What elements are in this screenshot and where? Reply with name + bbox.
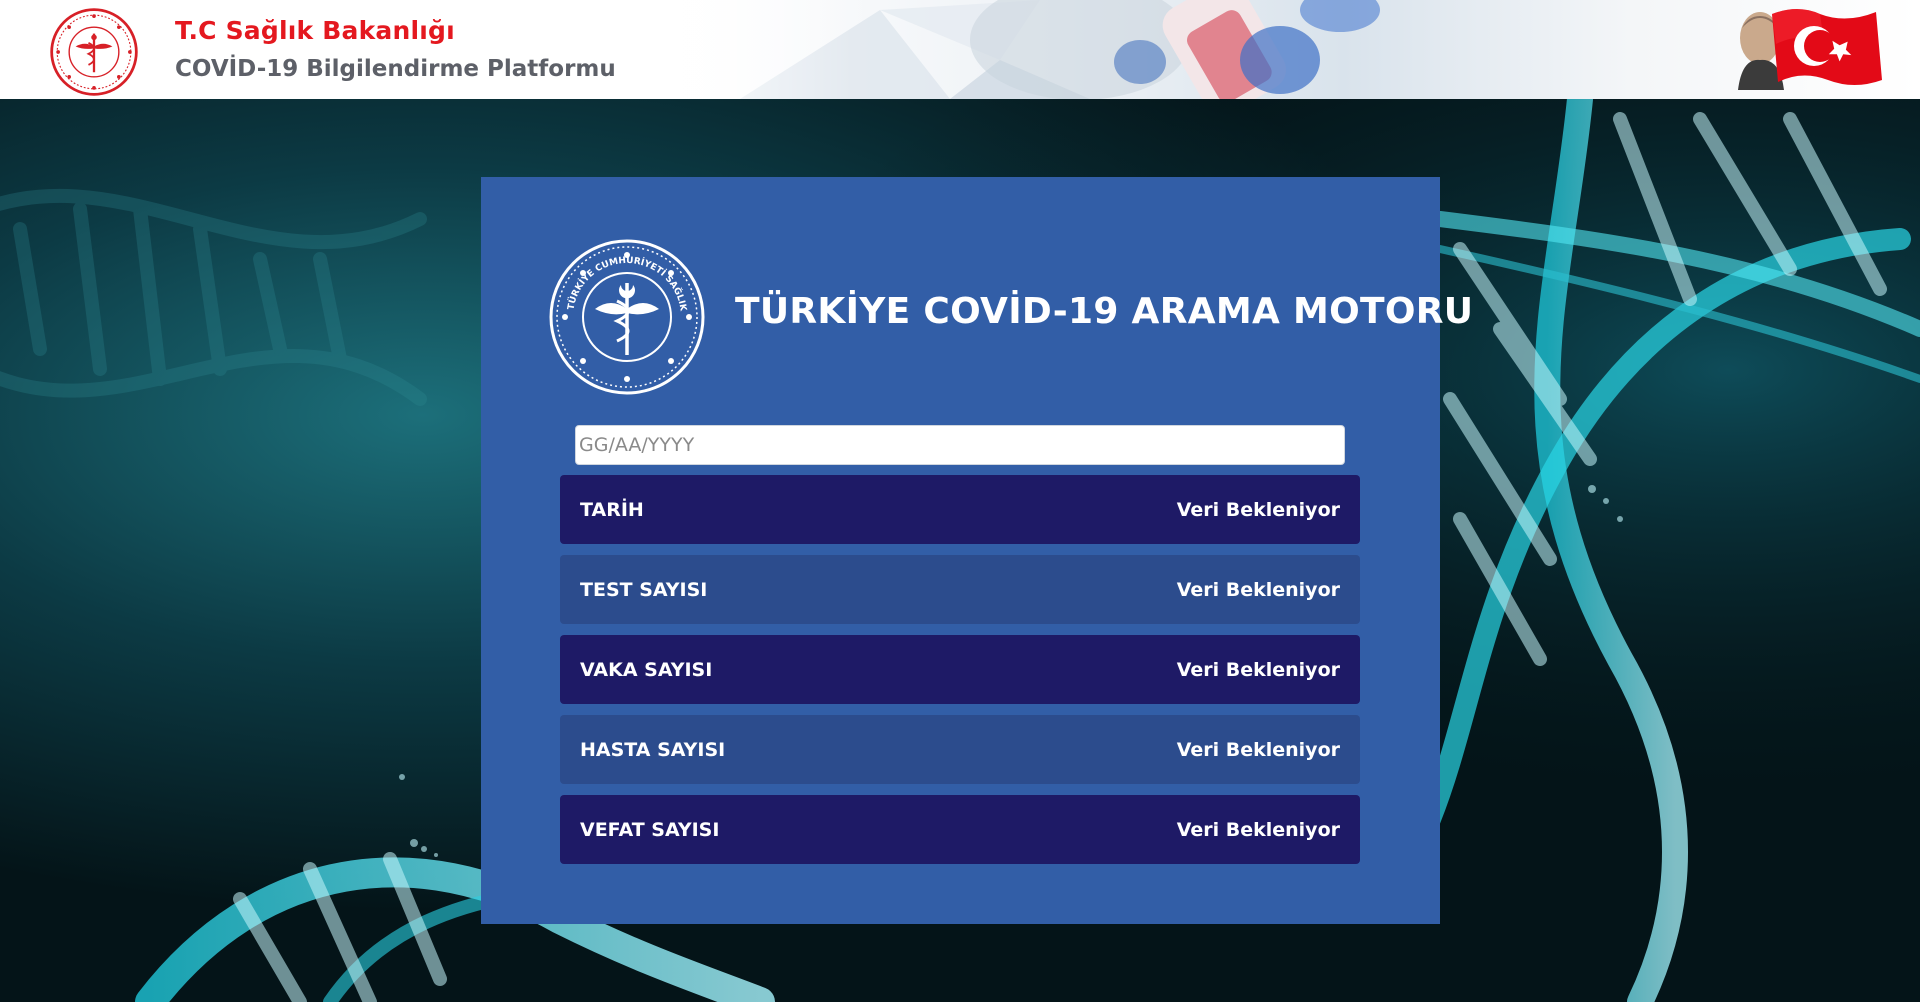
stat-row-death-count: VEFAT SAYISI Veri Bekleniyor [560, 795, 1360, 864]
stat-value: Veri Bekleniyor [1176, 658, 1340, 681]
stat-row-patient-count: HASTA SAYISI Veri Bekleniyor [560, 715, 1360, 784]
stat-label: TARİH [580, 498, 644, 521]
stat-label: TEST SAYISI [580, 578, 708, 601]
stat-value: Veri Bekleniyor [1176, 578, 1340, 601]
stat-value: Veri Bekleniyor [1176, 738, 1340, 761]
search-engine-card: TÜRKİYE CUMHURİYETİ SAĞLIK BAKANLIĞI TÜR… [481, 177, 1473, 924]
ministry-logo-icon[interactable] [48, 6, 140, 98]
stat-row-test-count: TEST SAYISI Veri Bekleniyor [560, 555, 1360, 624]
stat-row-case-count: VAKA SAYISI Veri Bekleniyor [560, 635, 1360, 704]
stat-value: Veri Bekleniyor [1176, 498, 1340, 521]
site-header: T.C Sağlık Bakanlığı COVİD-19 Bilgilendi… [0, 0, 1920, 99]
stat-label: VEFAT SAYISI [580, 818, 720, 841]
date-search-input[interactable] [575, 425, 1345, 465]
stat-value: Veri Bekleniyor [1176, 818, 1340, 841]
platform-subtitle[interactable]: COVİD-19 Bilgilendirme Platformu [175, 56, 616, 82]
stat-label: HASTA SAYISI [580, 738, 726, 761]
stat-row-date: TARİH Veri Bekleniyor [560, 475, 1360, 544]
stat-label: VAKA SAYISI [580, 658, 713, 681]
svg-text:TÜRKİYE CUMHURİYETİ SAĞLIK BAK: TÜRKİYE CUMHURİYETİ SAĞLIK BAKANLIĞI [547, 237, 688, 315]
page-title: TÜRKİYE COVİD-19 ARAMA MOTORU [735, 291, 1474, 332]
stats-list: TARİH Veri Bekleniyor TEST SAYISI Veri B… [560, 475, 1360, 875]
header-banner-image [620, 0, 1400, 99]
seal-text: TÜRKİYE CUMHURİYETİ SAĞLIK BAKANLIĞI [547, 237, 688, 315]
turkish-flag-icon [1738, 9, 1882, 90]
ministry-title[interactable]: T.C Sağlık Bakanlığı [175, 16, 455, 45]
ministry-seal-icon: TÜRKİYE CUMHURİYETİ SAĞLIK BAKANLIĞI [547, 237, 705, 395]
